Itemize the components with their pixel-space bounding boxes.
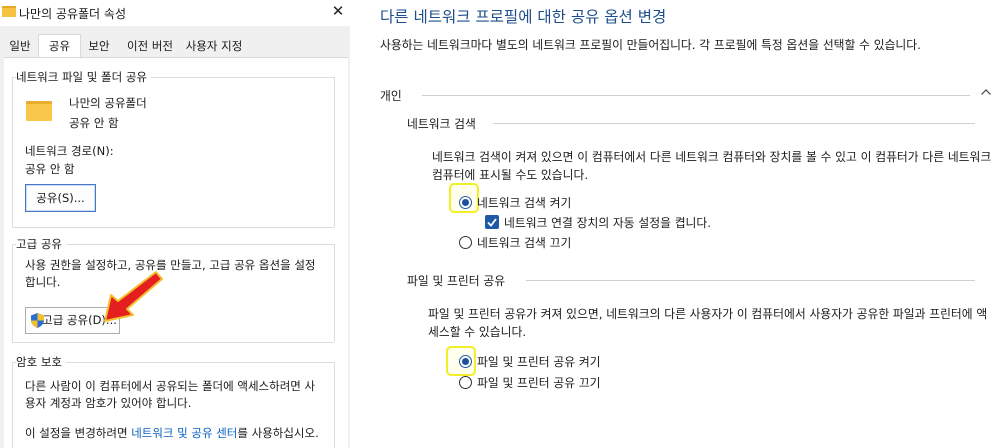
group-border: [12, 77, 13, 227]
network-discovery-off-radio[interactable]: [459, 236, 472, 249]
share-button[interactable]: 공유(S)...: [25, 184, 96, 212]
network-discovery-label: 네트워크 검색: [407, 117, 476, 131]
group-border: [334, 77, 335, 227]
group-border: [334, 362, 335, 448]
tab-security[interactable]: 보안: [82, 36, 116, 56]
password-description: 다른 사람이 이 컴퓨터에서 공유되는 폴더에 액세스하려면 사용자 계정과 암…: [25, 379, 316, 410]
tab-previous-versions[interactable]: 이전 버전: [121, 36, 179, 56]
file-printer-on-label: 파일 및 프린터 공유 켜기: [477, 355, 601, 369]
network-path-value: 공유 안 함: [25, 162, 75, 176]
network-discovery-on-label: 네트워크 검색 켜기: [477, 196, 572, 210]
group-border: [12, 362, 13, 448]
checkmark-icon: [487, 218, 497, 227]
network-discovery-on-radio[interactable]: [459, 196, 472, 209]
advanced-sharing-settings: 다른 네트워크 프로필에 대한 공유 옵션 변경 사용하는 네트워크마다 별도의…: [350, 0, 994, 448]
page-title: 다른 네트워크 프로필에 대한 공유 옵션 변경: [380, 8, 667, 26]
group-divider: [12, 227, 334, 228]
section-divider: [526, 280, 975, 281]
title-bar: 나만의 공유폴더 속성 ✕: [0, 0, 350, 26]
folder-properties-dialog: 나만의 공유폴더 속성 ✕ 일반 공유 보안 이전 버전 사용자 지정 네트워크…: [0, 0, 350, 448]
change-prefix: 이 설정을 변경하려면: [25, 426, 128, 440]
red-arrow-annotation: [104, 271, 163, 322]
section-divider: [493, 123, 975, 124]
tab-customize[interactable]: 사용자 지정: [182, 36, 246, 56]
network-discovery-description: 네트워크 검색이 켜져 있으면 이 컴퓨터에서 다른 네트워크 컴퓨터와 장치를…: [432, 150, 992, 182]
change-suffix: 를 사용하십시오.: [237, 426, 319, 440]
network-sharing-center-link[interactable]: 네트워크 및 공유 센터: [131, 426, 237, 440]
uac-shield-icon: [31, 313, 44, 328]
tab-sharing[interactable]: 공유: [38, 34, 81, 58]
password-group-label: 암호 보호: [16, 354, 66, 370]
network-discovery-off-label: 네트워크 검색 끄기: [477, 236, 572, 250]
file-printer-label: 파일 및 프린터 공유: [407, 274, 506, 288]
group-border: [12, 244, 13, 342]
folder-name: 나만의 공유폴더: [69, 96, 147, 110]
group-divider: [12, 342, 334, 343]
password-change-text: 이 설정을 변경하려면 네트워크 및 공유 센터를 사용하십시오.: [25, 425, 319, 441]
folder-share-status: 공유 안 함: [69, 116, 119, 130]
file-printer-off-label: 파일 및 프린터 공유 끄기: [477, 376, 601, 390]
profile-divider: [422, 95, 970, 96]
network-share-group-label: 네트워크 파일 및 폴더 공유: [16, 69, 152, 85]
file-printer-on-radio[interactable]: [459, 355, 472, 368]
auto-setup-label: 네트워크 연결 장치의 자동 설정을 켭니다.: [504, 216, 712, 230]
file-printer-off-radio[interactable]: [459, 376, 472, 389]
file-printer-description: 파일 및 프린터 공유가 켜져 있으면, 네트워크의 다른 사용자가 이 컴퓨터…: [428, 307, 988, 339]
advanced-share-description: 사용 권한을 설정하고, 공유를 만들고, 고급 공유 옵션을 설정합니다.: [25, 258, 316, 289]
profile-private-label[interactable]: 개인: [380, 87, 402, 104]
chevron-up-icon[interactable]: [980, 86, 992, 98]
dialog-title: 나만의 공유폴더 속성: [19, 7, 126, 21]
folder-icon: [2, 6, 16, 17]
page-description: 사용하는 네트워크마다 별도의 네트워크 프로필이 만들어집니다. 각 프로필에…: [380, 38, 921, 52]
shared-folder-icon: [26, 101, 52, 121]
network-path-label: 네트워크 경로(N):: [25, 144, 114, 158]
close-button[interactable]: ✕: [327, 1, 349, 23]
tab-general[interactable]: 일반: [4, 36, 36, 56]
group-border: [334, 244, 335, 342]
auto-setup-checkbox[interactable]: [485, 215, 499, 229]
tab-bar: 일반 공유 보안 이전 버전 사용자 지정: [0, 34, 350, 58]
advanced-share-group-label: 고급 공유: [16, 236, 66, 252]
